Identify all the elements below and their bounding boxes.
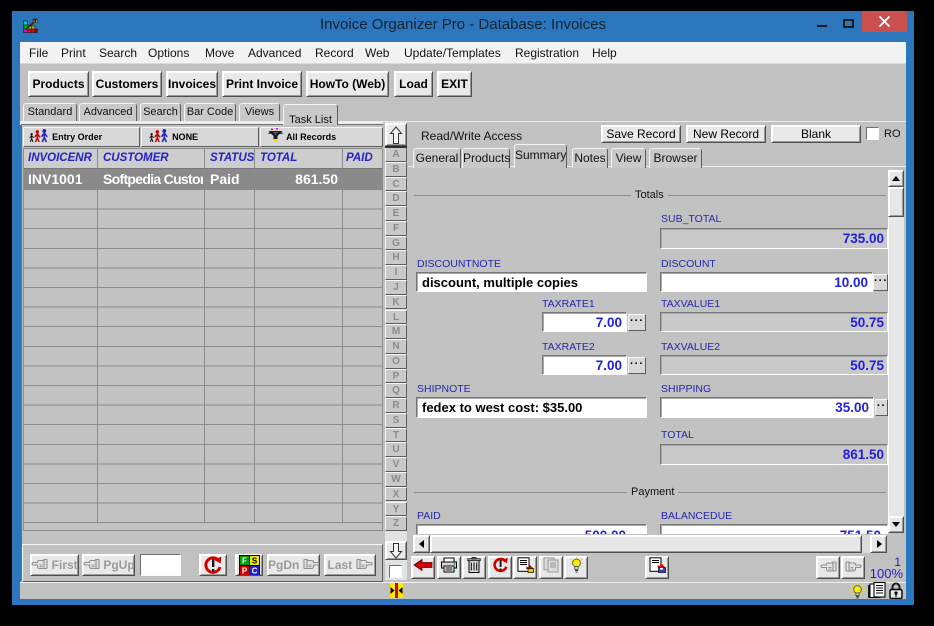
svg-text:F: F xyxy=(242,557,247,566)
svg-text:C: C xyxy=(251,567,257,576)
svg-text:S: S xyxy=(251,557,257,566)
svg-text:P: P xyxy=(241,567,247,576)
